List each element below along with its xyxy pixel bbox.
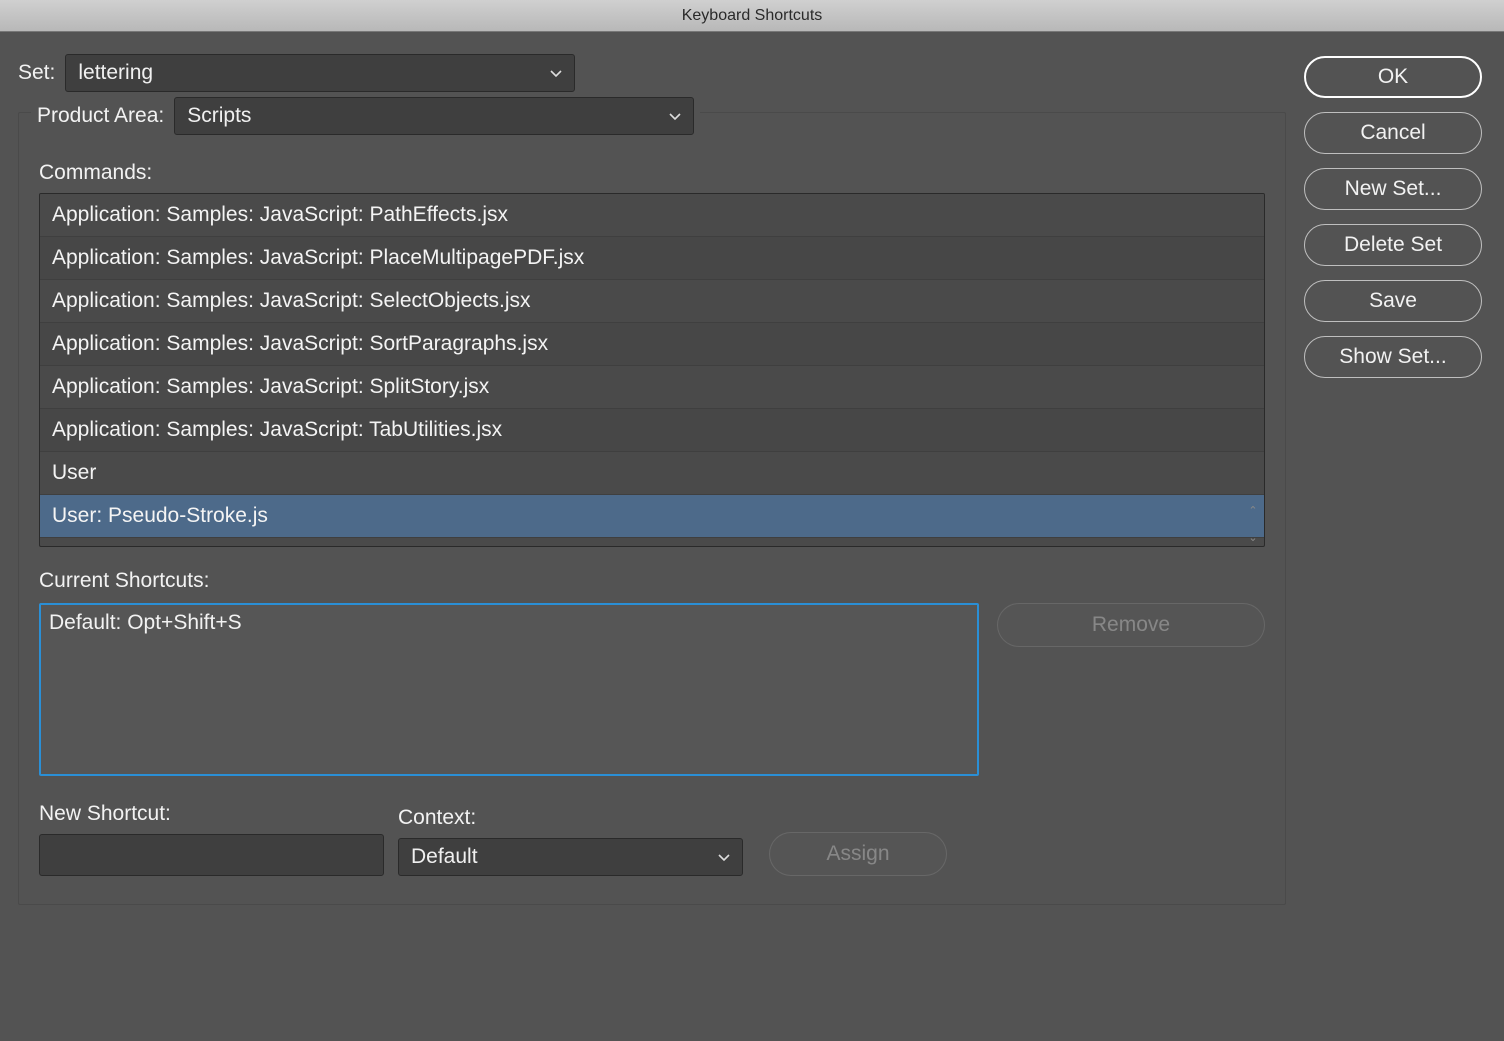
current-shortcuts-box[interactable]: Default: Opt+Shift+S: [39, 603, 979, 776]
set-value: lettering: [78, 61, 153, 85]
list-item-selected[interactable]: User: Pseudo-Stroke.js: [40, 495, 1264, 538]
new-shortcut-input[interactable]: [39, 834, 384, 876]
set-row: Set: lettering: [18, 54, 1286, 92]
set-label: Set:: [18, 61, 55, 85]
list-item[interactable]: User: [40, 452, 1264, 495]
chevron-down-icon: ⌄: [1248, 531, 1257, 544]
dialog-body: Set: lettering Product Area: Scripts Com…: [0, 32, 1504, 923]
set-dropdown[interactable]: lettering: [65, 54, 575, 92]
product-area-dropdown[interactable]: Scripts: [174, 97, 694, 135]
save-button[interactable]: Save: [1304, 280, 1482, 322]
list-item[interactable]: Application: Samples: JavaScript: Select…: [40, 280, 1264, 323]
product-area-fieldset: Product Area: Scripts Commands: Applicat…: [18, 112, 1286, 905]
scroll-indicator[interactable]: ⌃ ⌄: [1244, 504, 1262, 544]
list-item[interactable]: Application: Samples: JavaScript: SortPa…: [40, 323, 1264, 366]
chevron-down-icon: [718, 849, 730, 865]
list-item[interactable]: Application: Samples: JavaScript: SplitS…: [40, 366, 1264, 409]
chevron-down-icon: [669, 108, 681, 124]
show-set-button[interactable]: Show Set...: [1304, 336, 1482, 378]
list-item[interactable]: Application: Samples: JavaScript: TabUti…: [40, 409, 1264, 452]
commands-label: Commands:: [39, 161, 1265, 185]
ok-button[interactable]: OK: [1304, 56, 1482, 98]
product-area-value: Scripts: [187, 104, 251, 128]
cancel-button[interactable]: Cancel: [1304, 112, 1482, 154]
context-dropdown[interactable]: Default: [398, 838, 743, 876]
context-label: Context:: [398, 806, 743, 830]
window-title: Keyboard Shortcuts: [682, 7, 823, 25]
assign-button[interactable]: Assign: [769, 832, 947, 876]
delete-set-button[interactable]: Delete Set: [1304, 224, 1482, 266]
chevron-down-icon: [550, 65, 562, 81]
remove-button[interactable]: Remove: [997, 603, 1265, 647]
commands-list[interactable]: Application: Samples: JavaScript: PathEf…: [39, 193, 1265, 547]
current-shortcut-item[interactable]: Default: Opt+Shift+S: [49, 611, 969, 635]
new-shortcut-label: New Shortcut:: [39, 802, 384, 826]
list-item[interactable]: Application: Samples: JavaScript: PlaceM…: [40, 237, 1264, 280]
context-value: Default: [411, 845, 478, 869]
list-item[interactable]: Application: Samples: JavaScript: PathEf…: [40, 194, 1264, 237]
chevron-up-icon: ⌃: [1248, 504, 1257, 517]
new-set-button[interactable]: New Set...: [1304, 168, 1482, 210]
titlebar: Keyboard Shortcuts: [0, 0, 1504, 32]
product-area-label: Product Area:: [37, 104, 164, 128]
current-shortcuts-label: Current Shortcuts:: [39, 569, 1265, 593]
